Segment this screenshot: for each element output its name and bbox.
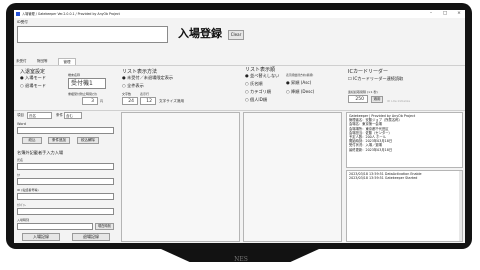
monitor: NES 入場管理 / Gatekeeper Ver.2.0.0.1 / Prov… [0,0,480,270]
apply-interval-button[interactable]: 適用 [371,96,383,103]
narrow-button[interactable]: 絞込 [22,137,42,144]
clear-button[interactable]: Clear [228,30,244,40]
list-display-unreceived-radio[interactable]: ● 未受付／未退場限定表示 [122,75,173,81]
tab-foundation[interactable]: 財団等 [37,58,55,65]
entry-mode-radio[interactable]: ● 入場モード [20,75,46,81]
manual-id-label: ID (電話番号等) [17,188,39,192]
event-log-panel[interactable]: 2023/03/18 13:59:51 DataActivation Enabl… [346,170,463,242]
duplicate-time-label: 重複受付防止時間(分) [68,92,98,96]
row-count-label: 表示行 [140,92,150,96]
current-time-button[interactable]: 現在時刻 [95,223,114,230]
id-reception-label: ID受付 [17,20,28,24]
filter-keyword-input[interactable] [17,127,114,134]
maximize-button[interactable]: □ [439,10,451,18]
close-button[interactable]: × [453,10,465,18]
ic-status-text: ID Lite Initialize [387,99,411,103]
window-title: 入場管理 / Gatekeeper Ver.2.0.0.1 / Provided… [22,12,120,16]
sort-direction-label: 表示順並替方向(昇順) [286,73,314,77]
filter-field-label: 項目 [17,113,24,117]
manual-id-input[interactable] [17,193,114,200]
order-category-radio[interactable]: ○ カテゴリ順 [245,89,271,95]
entry-settings-title: 入退室設定 [20,69,46,75]
info-log-line: 最終更新：2023年03月18日 [349,147,393,152]
exit-record-button[interactable]: 退場記録 [72,233,110,241]
filter-field-value: 氏名 [29,114,36,118]
event-log-line: 2023/03/18 13:59:51 Gatekeeper Started [349,176,418,181]
exit-mode-label: 退場モード [25,83,46,88]
sort-asc-label: 昇順 (Asc) [291,80,312,85]
read-interval-label: 連続読取間隔 (×1 秒) [348,90,378,94]
list-display-title: リスト表示方法 [122,69,158,75]
read-interval-input[interactable]: 250 [348,95,368,103]
list-display-all-radio[interactable]: ○ 全件表示 [122,83,144,89]
terminal-name-label: 端末名称 [68,73,81,77]
manual-category-input[interactable] [17,208,114,215]
font-size-input[interactable]: 24 [122,97,138,105]
filter-field-select[interactable]: 氏名 [27,112,52,119]
terminal-name-input[interactable]: 受付機1 [68,78,106,89]
sort-desc-radio[interactable]: ○ 降順 (Desc) [286,89,314,95]
id-input[interactable] [17,26,168,43]
manual-name-input[interactable] [17,163,114,170]
filter-condition-label: 条件 [56,113,63,117]
row-count-input[interactable]: 12 [140,97,156,105]
order-id-radio[interactable]: ○ 個人ID順 [245,97,267,103]
font-size-label: 文字数 [122,92,132,96]
list-panel-right[interactable] [243,112,342,242]
manual-time-input[interactable] [17,223,93,230]
sort-asc-radio[interactable]: ● 昇順 (Asc) [286,80,311,86]
entry-mode-label: 入場モード [25,75,46,80]
list-display-unreceived-label: 未受付／未退場限定表示 [127,75,174,80]
entry-record-button[interactable]: 入場記録 [22,233,60,241]
info-log-panel[interactable]: Gatekeeper | Provided by AnyOb Project 管… [346,112,463,168]
duplicate-time-unit: 円 [100,99,104,103]
order-none-label: 並べ替えしない [250,73,280,78]
apply-font-size-button[interactable]: 文字サイズ適用 [159,99,184,104]
register-entry-button[interactable]: 入場登録 [174,26,226,43]
manual-name-label: 氏名 [17,158,24,162]
filter-keyword-label: Word [17,122,26,126]
order-category-label: カテゴリ順 [250,89,271,94]
tab-divider [14,65,465,66]
filter-condition-value: 含む [66,114,73,118]
list-panel-left[interactable] [121,112,240,242]
minimize-button[interactable]: – [425,10,437,18]
exit-mode-radio[interactable]: ○ 退場モード [20,83,46,89]
list-display-all-label: 全件表示 [127,83,144,88]
event-log-scrollbar[interactable] [459,171,462,241]
app-window: 入場管理 / Gatekeeper Ver.2.0.0.1 / Provided… [14,10,465,243]
list-order-title: リスト表示順 [245,67,276,73]
ic-reader-title: ICカードリーダー [348,69,388,75]
add-condition-button[interactable]: 条件追加 [48,137,70,144]
clear-filter-button[interactable]: 絞込解除 [77,137,99,144]
tab-unreceived[interactable]: 未受付 [16,58,34,65]
filter-condition-select[interactable]: 含む [64,112,82,119]
order-name-radio[interactable]: ○ 氏名順 [245,81,263,87]
manual-entry-title: 名簿外記載者手入力入場 [17,150,64,155]
manual-kana-label: ｶﾅ [17,173,21,177]
duplicate-time-input[interactable]: 3 [82,97,98,105]
sort-desc-label: 降順 (Desc) [291,89,315,94]
order-id-label: 個人ID順 [250,97,268,102]
ic-continuous-label: ICカードリーダー連続読取 [353,76,404,81]
manual-time-label: 入場時刻 [17,218,30,222]
manual-category-label: ｶﾃｺﾞﾘｰ [17,203,27,207]
order-none-radio[interactable]: ● 並べ替えしない [245,73,279,79]
app-icon [16,12,20,16]
title-bar: 入場管理 / Gatekeeper Ver.2.0.0.1 / Provided… [14,10,465,18]
monitor-brand-logo: NES [234,256,248,263]
settings-divider [14,110,465,111]
ic-continuous-checkbox[interactable]: ☐ ICカードリーダー連続読取 [348,76,403,82]
order-name-label: 氏名順 [250,81,263,86]
manual-kana-input[interactable] [17,178,114,185]
